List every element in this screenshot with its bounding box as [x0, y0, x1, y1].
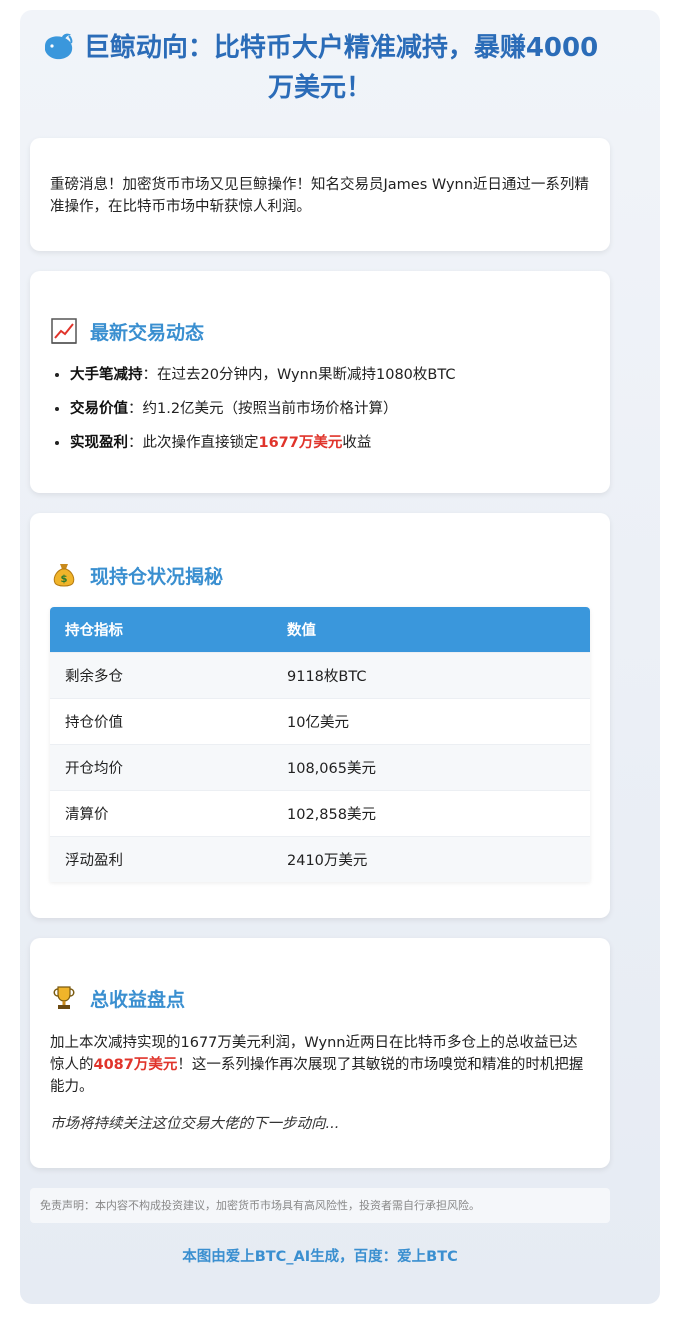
- summary-heading: 总收益盘点: [50, 984, 185, 1012]
- cell-metric: 持仓价值: [65, 715, 123, 731]
- chart-increasing-icon: [51, 318, 77, 344]
- cell-value: 108,065美元: [287, 761, 376, 777]
- table-row: 清算价 102,858美元: [50, 790, 590, 836]
- summary-text: 加上本次减持实现的1677万美元利润，Wynn近两日在比特币多仓上的总收益已达惊…: [50, 1032, 590, 1098]
- cell-value: 2410万美元: [287, 853, 368, 869]
- item-text-after: 收益: [342, 435, 372, 451]
- whale-icon: [44, 33, 73, 60]
- holdings-heading: $ 现持仓状况揭秘: [50, 561, 223, 589]
- holdings-table: 持仓指标 数值 剩余多仓 9118枚BTC 持仓价值 10亿美元 开仓均价 108,0…: [50, 607, 590, 882]
- trades-list: 大手笔减持：在过去20分钟内，Wynn果断减持1080枚BTC 交易价值：约1.…: [70, 363, 455, 465]
- footer-credit: 本图由爱上BTC_AI生成，百度：爱上BTC: [182, 1249, 458, 1265]
- item-text: ：约1.2亿美元（按照当前市场价格计算）: [128, 401, 398, 417]
- disclaimer: 免责声明：本内容不构成投资建议，加密货币市场具有高风险性，投资者需自行承担风险。: [30, 1188, 610, 1223]
- profit-highlight: 1677万美元: [258, 435, 343, 451]
- list-item: 交易价值：约1.2亿美元（按照当前市场价格计算）: [70, 397, 455, 431]
- cell-metric: 清算价: [65, 807, 109, 823]
- cell-metric: 剩余多仓: [65, 669, 123, 685]
- intro-card: 重磅消息！加密货币市场又见巨鲸操作！知名交易员James Wynn近日通过一系列…: [30, 138, 610, 251]
- item-text: ：此次操作直接锁定: [128, 435, 259, 451]
- cell-metric: 浮动盈利: [65, 853, 123, 869]
- page-title-text: 巨鲸动向：比特币大户精准减持，暴赚4000万美元！: [83, 33, 599, 103]
- col-header-value: 数值: [287, 623, 316, 639]
- cell-value: 9118枚BTC: [287, 669, 367, 685]
- trades-card: 最新交易动态 大手笔减持：在过去20分钟内，Wynn果断减持1080枚BTC 交…: [30, 271, 610, 493]
- table-row: 持仓价值 10亿美元: [50, 698, 590, 744]
- summary-heading-text: 总收益盘点: [90, 988, 186, 1011]
- trades-heading: 最新交易动态: [50, 317, 204, 345]
- intro-text: 重磅消息！加密货币市场又见巨鲸操作！知名交易员James Wynn近日通过一系列…: [50, 177, 589, 215]
- money-bag-icon: $: [53, 564, 75, 587]
- svg-text:$: $: [61, 574, 68, 585]
- summary-card: 总收益盘点 加上本次减持实现的1677万美元利润，Wynn近两日在比特币多仓上的…: [30, 938, 610, 1168]
- list-item: 大手笔减持：在过去20分钟内，Wynn果断减持1080枚BTC: [70, 363, 455, 397]
- trades-heading-text: 最新交易动态: [90, 321, 205, 344]
- page-title: 巨鲸动向：比特币大户精准减持，暴赚4000万美元！: [40, 28, 600, 108]
- item-text: ：在过去20分钟内，Wynn果断减持1080枚BTC: [142, 367, 456, 383]
- trophy-icon: [53, 986, 75, 1009]
- table-row: 开仓均价 108,065美元: [50, 744, 590, 790]
- item-label: 实现盈利: [70, 435, 128, 451]
- cell-value: 102,858美元: [287, 807, 376, 823]
- summary-italic-note: 市场将持续关注这位交易大佬的下一步动向...: [50, 1116, 340, 1132]
- table-row: 浮动盈利 2410万美元: [50, 836, 590, 882]
- col-header-metric: 持仓指标: [65, 623, 123, 639]
- cell-value: 10亿美元: [287, 715, 349, 731]
- holdings-heading-text: 现持仓状况揭秘: [90, 565, 224, 588]
- item-label: 大手笔减持: [70, 367, 143, 383]
- cell-metric: 开仓均价: [65, 761, 123, 777]
- table-row: 剩余多仓 9118枚BTC: [50, 652, 590, 698]
- holdings-card: $ 现持仓状况揭秘 持仓指标 数值 剩余多仓 9118枚BTC 持仓价值 10亿美元…: [30, 513, 610, 918]
- table-header: 持仓指标 数值: [50, 607, 590, 652]
- total-profit-highlight: 4087万美元: [93, 1057, 178, 1073]
- list-item: 实现盈利：此次操作直接锁定1677万美元收益: [70, 431, 455, 465]
- item-label: 交易价值: [70, 401, 128, 417]
